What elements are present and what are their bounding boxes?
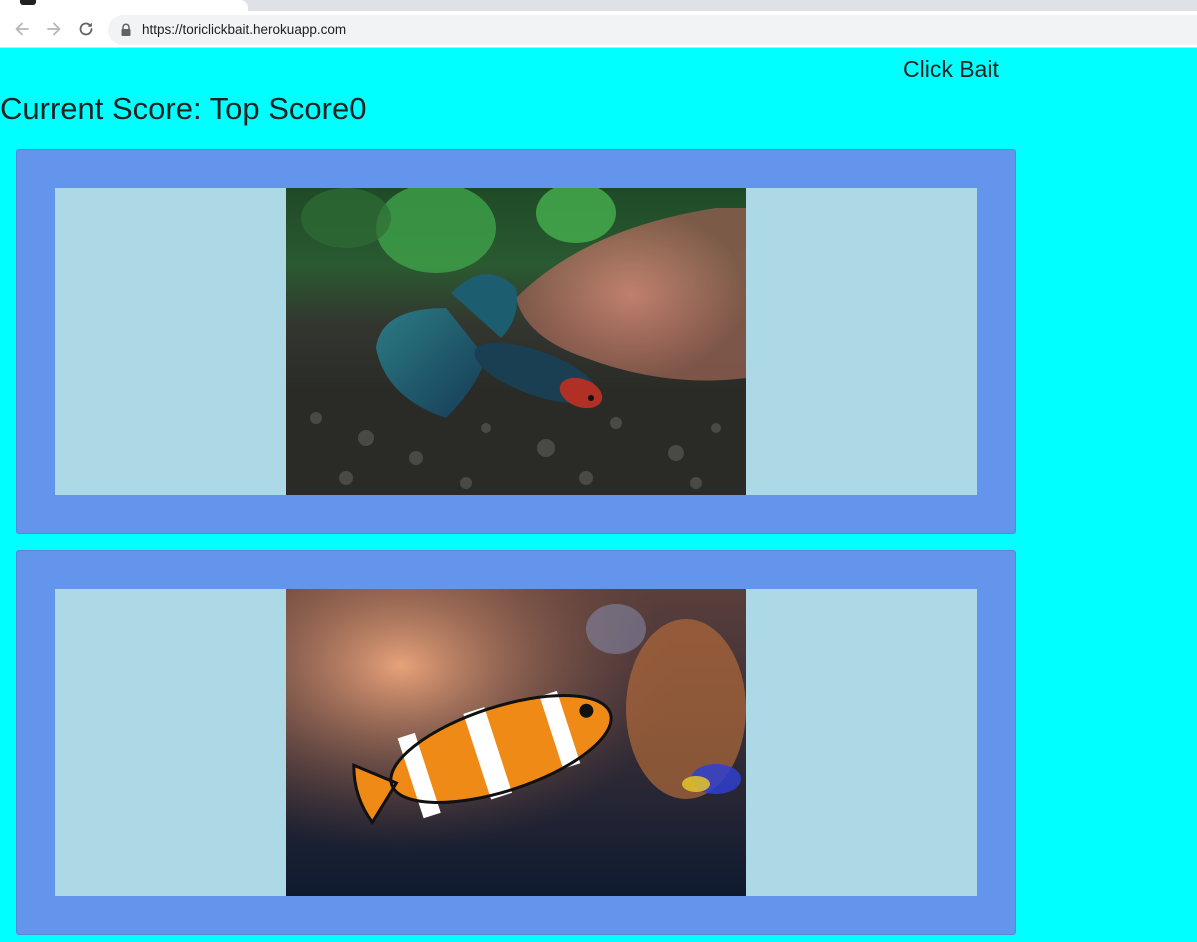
browser-tab[interactable] [0,0,248,11]
forward-arrow-icon [47,22,61,36]
back-arrow-icon [15,22,29,36]
lock-icon [121,23,131,36]
forward-button[interactable] [42,17,66,41]
tab-strip [0,0,1197,11]
browser-toolbar: https://toriclickbait.herokuapp.com [0,11,1197,48]
image-frame [55,188,977,495]
image-card[interactable] [16,550,1016,935]
url-text: https://toriclickbait.herokuapp.com [142,22,347,37]
score-heading: Current Score: Top Score0 [0,91,367,126]
clownfish-picture [286,589,746,896]
image-frame [55,589,977,896]
betta-fish-image[interactable] [286,188,746,495]
clownfish-image[interactable] [286,589,746,896]
back-button[interactable] [10,17,34,41]
reload-button[interactable] [74,17,98,41]
navbar-brand[interactable]: Click Bait [903,56,999,83]
favicon-icon [20,0,36,5]
address-bar[interactable]: https://toriclickbait.herokuapp.com [108,15,1197,45]
image-card[interactable] [16,149,1016,534]
betta-fish-picture [286,188,746,495]
reload-icon [79,22,93,36]
page-content: Click Bait Current Score: Top Score0 [0,48,1197,942]
browser-chrome: https://toriclickbait.herokuapp.com [0,0,1197,48]
